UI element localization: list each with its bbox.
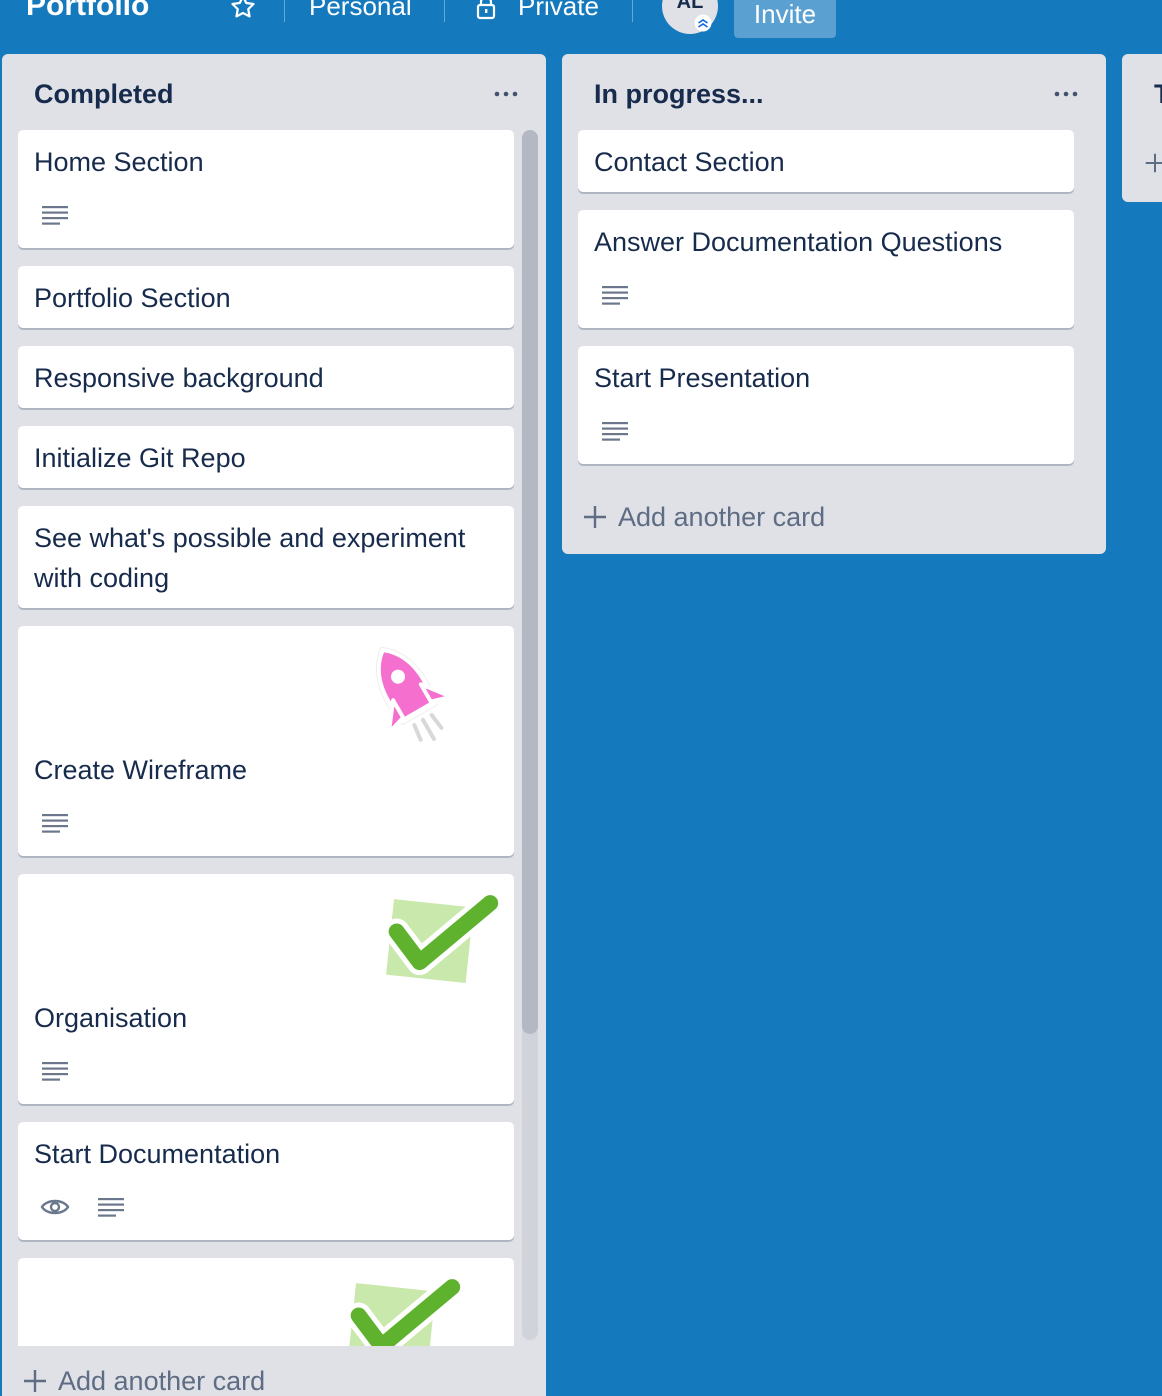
- lock-icon: [476, 0, 496, 20]
- card[interactable]: Organisation: [18, 874, 514, 1104]
- scrollbar-thumb[interactable]: [522, 130, 538, 1034]
- invite-button[interactable]: Invite: [734, 0, 836, 38]
- list-title[interactable]: Completed: [34, 78, 174, 110]
- list-in-progress: In progress... Contact Section Answer Do…: [562, 54, 1106, 554]
- check-sticker: [379, 890, 504, 990]
- description-icon: [602, 286, 628, 305]
- visibility-button[interactable]: Private: [518, 0, 599, 24]
- card-title: Start Documentation: [34, 1139, 281, 1169]
- card[interactable]: Start Documentation: [18, 1122, 514, 1240]
- header-divider: [284, 0, 285, 22]
- add-card-button[interactable]: Add another card: [22, 1364, 265, 1396]
- add-card-label: Add another card: [618, 502, 826, 532]
- list-next: T: [1122, 54, 1162, 202]
- check-sticker: [341, 1274, 466, 1358]
- card-title: Portfolio Section: [34, 283, 231, 313]
- card-title: Contact Section: [594, 147, 785, 177]
- list-scrollbar[interactable]: [522, 130, 538, 1340]
- admin-badge-icon: [694, 14, 712, 32]
- card[interactable]: Start Presentation: [578, 346, 1074, 464]
- list-completed: Completed Home Section Portfolio Section…: [2, 54, 546, 1396]
- description-icon: [42, 1062, 68, 1081]
- description-icon: [42, 814, 68, 833]
- card[interactable]: Portfolio Section: [18, 266, 514, 328]
- rocket-sticker: [375, 646, 454, 742]
- header-divider: [444, 0, 445, 22]
- description-icon: [98, 1198, 124, 1217]
- card-title: Responsive background: [34, 363, 324, 393]
- card[interactable]: Answer Documentation Questions: [578, 210, 1074, 328]
- card[interactable]: Home Section: [18, 130, 514, 248]
- card-title: Home Section: [34, 147, 204, 177]
- card-title: Answer Documentation Questions: [594, 227, 1003, 257]
- more-horizontal-icon[interactable]: [1052, 80, 1080, 108]
- add-card-label: Add another card: [58, 1366, 266, 1396]
- card[interactable]: Initialize Git Repo: [18, 426, 514, 488]
- description-icon: [42, 206, 68, 225]
- card-title: Start Presentation: [594, 363, 811, 393]
- more-horizontal-icon[interactable]: [492, 80, 520, 108]
- card[interactable]: Create Wireframe: [18, 626, 514, 856]
- header-divider: [632, 0, 633, 22]
- team-button[interactable]: Personal: [309, 0, 412, 24]
- card[interactable]: Responsive background: [18, 346, 514, 408]
- card-title: Initialize Git Repo: [34, 443, 246, 473]
- card[interactable]: See what's possible and experiment with …: [18, 506, 514, 608]
- plus-icon: [584, 506, 606, 528]
- plus-icon[interactable]: [1144, 152, 1162, 174]
- eye-icon: [40, 1199, 70, 1215]
- add-card-button[interactable]: Add another card: [582, 500, 825, 534]
- card-title: Create Wireframe: [34, 755, 248, 785]
- description-icon: [602, 422, 628, 441]
- card-title: Organisation: [34, 1003, 188, 1033]
- star-icon[interactable]: [228, 0, 258, 22]
- card-title: See what's possible and experiment with …: [34, 523, 466, 593]
- board-title[interactable]: Portfolio: [26, 0, 149, 24]
- card[interactable]: [18, 1258, 514, 1358]
- plus-icon: [24, 1370, 46, 1392]
- list-title[interactable]: In progress...: [594, 78, 764, 110]
- card[interactable]: Contact Section: [578, 130, 1074, 192]
- avatar-initials: AL: [676, 0, 704, 13]
- board-header: Portfolio Personal Private AL Invite: [0, 0, 1162, 50]
- list-title[interactable]: T: [1154, 78, 1162, 110]
